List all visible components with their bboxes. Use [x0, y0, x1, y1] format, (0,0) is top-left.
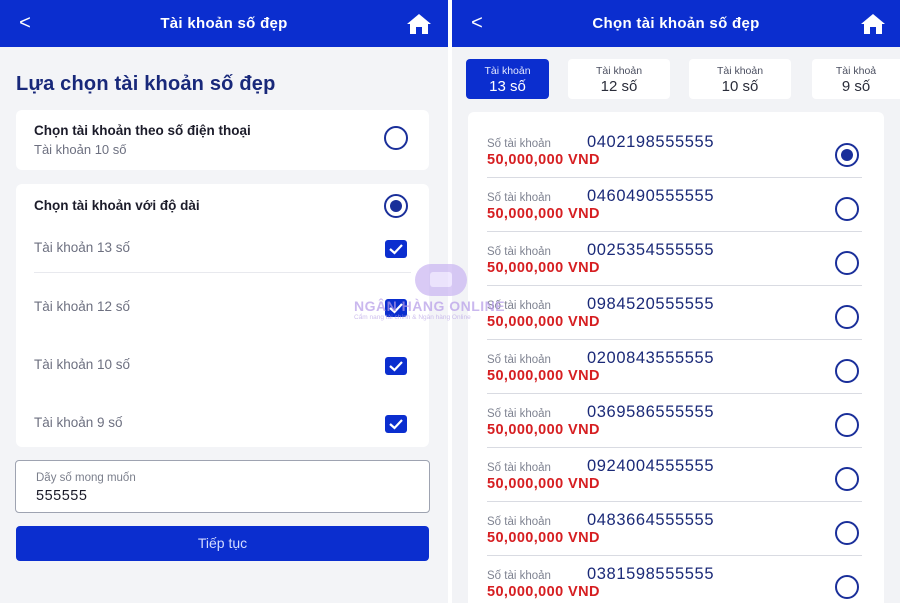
account-number: 0460490555555 — [587, 187, 715, 205]
checkmark-icon — [389, 244, 403, 255]
tab-value: 13 số — [489, 78, 526, 95]
option-by-phone-subtitle: Tài khoản 10 số — [34, 142, 127, 157]
account-radio[interactable] — [835, 305, 859, 329]
account-price: 50,000,000 VND — [487, 206, 600, 222]
tab-10-digits[interactable]: Tài khoản 10 số — [689, 59, 791, 99]
option-by-length-radio[interactable] — [384, 194, 408, 218]
tab-label: Tài khoản — [716, 65, 764, 77]
account-list: Số tài khoản 0402198555555 50,000,000 VN… — [468, 112, 884, 603]
length-tabs: Tài khoản 13 số Tài khoản 12 số Tài khoả… — [452, 57, 900, 103]
account-price: 50,000,000 VND — [487, 530, 600, 546]
length-option-12-label: Tài khoản 12 số — [34, 299, 131, 314]
option-by-phone-radio[interactable] — [384, 126, 408, 150]
home-icon[interactable] — [860, 13, 886, 35]
checkmark-icon — [389, 419, 403, 430]
account-price: 50,000,000 VND — [487, 152, 600, 168]
header-bar: < Tài khoản số đẹp — [0, 0, 448, 47]
list-item[interactable]: Số tài khoản 0402198555555 50,000,000 VN… — [487, 124, 862, 178]
account-number: 0402198555555 — [587, 133, 715, 151]
tab-value: 12 số — [600, 78, 638, 95]
desired-number-label: Dãy số mong muốn — [36, 472, 136, 484]
tab-value: 10 số — [721, 78, 759, 95]
header-bar: < Chọn tài khoản số đẹp — [452, 0, 900, 47]
list-item[interactable]: Số tài khoản 0460490555555 50,000,000 VN… — [487, 178, 862, 232]
list-item[interactable]: Số tài khoản 0369586555555 50,000,000 VN… — [487, 394, 862, 448]
account-label: Số tài khoản — [487, 246, 551, 258]
watermark-tagline: Cẩm nang tài chính & Ngân hàng Online — [354, 314, 471, 321]
account-label: Số tài khoản — [487, 570, 551, 582]
length-option-13-label: Tài khoản 13 số — [34, 240, 131, 255]
tab-12-digits[interactable]: Tài khoản 12 số — [568, 59, 670, 99]
account-number: 0200843555555 — [587, 349, 715, 367]
length-option-10-label: Tài khoản 10 số — [34, 357, 131, 372]
account-label: Số tài khoản — [487, 516, 551, 528]
header-title: Tài khoản số đẹp — [160, 15, 288, 32]
list-item[interactable]: Số tài khoản 0984520555555 50,000,000 VN… — [487, 286, 862, 340]
length-option-10-checkbox[interactable] — [385, 357, 407, 375]
watermark-brand: NGÂN HÀNG ONLINE — [354, 298, 506, 314]
account-radio[interactable] — [835, 197, 859, 221]
account-number: 0924004555555 — [587, 457, 715, 475]
tab-label: Tài khoản — [595, 65, 643, 77]
account-price: 50,000,000 VND — [487, 476, 600, 492]
continue-button[interactable]: Tiếp tục — [16, 526, 429, 561]
account-radio[interactable] — [835, 521, 859, 545]
account-label: Số tài khoản — [487, 138, 551, 150]
wallet-icon — [415, 264, 467, 296]
list-item[interactable]: Số tài khoản 0483664555555 50,000,000 VN… — [487, 502, 862, 556]
tab-label: Tài khoả — [835, 65, 877, 77]
account-label: Số tài khoản — [487, 408, 551, 420]
account-number: 0025354555555 — [587, 241, 715, 259]
list-item[interactable]: Số tài khoản 0381598555555 50,000,000 VN… — [487, 556, 862, 603]
account-radio[interactable] — [835, 251, 859, 275]
home-icon[interactable] — [406, 13, 432, 35]
account-label: Số tài khoản — [487, 354, 551, 366]
account-price: 50,000,000 VND — [487, 368, 600, 384]
page-heading: Lựa chọn tài khoản số đẹp — [16, 73, 276, 95]
length-option-9-label: Tài khoản 9 số — [34, 415, 123, 430]
tab-13-digits[interactable]: Tài khoản 13 số — [466, 59, 549, 99]
option-by-phone-card[interactable]: Chọn tài khoản theo số điện thoại Tài kh… — [16, 110, 429, 170]
account-radio[interactable] — [835, 413, 859, 437]
option-by-length-title: Chọn tài khoản với độ dài — [34, 198, 200, 213]
list-item[interactable]: Số tài khoản 0025354555555 50,000,000 VN… — [487, 232, 862, 286]
header-title: Chọn tài khoản số đẹp — [592, 15, 760, 32]
desired-number-field[interactable]: Dãy số mong muốn 555555 — [15, 460, 430, 513]
account-radio[interactable] — [835, 359, 859, 383]
tab-9-digits[interactable]: Tài khoả 9 số — [812, 59, 900, 99]
list-item[interactable]: Số tài khoản 0924004555555 50,000,000 VN… — [487, 448, 862, 502]
tab-value: 9 số — [841, 78, 871, 95]
account-label: Số tài khoản — [487, 192, 551, 204]
watermark-logo: NGÂN HÀNG ONLINE Cẩm nang tài chính & Ng… — [350, 264, 540, 324]
account-radio[interactable] — [835, 143, 859, 167]
account-number: 0369586555555 — [587, 403, 715, 421]
account-label: Số tài khoản — [487, 462, 551, 474]
desired-number-value[interactable]: 555555 — [36, 488, 87, 504]
account-radio[interactable] — [835, 467, 859, 491]
account-radio[interactable] — [835, 575, 859, 599]
account-price: 50,000,000 VND — [487, 422, 600, 438]
tab-label: Tài khoản — [484, 65, 531, 77]
list-item[interactable]: Số tài khoản 0200843555555 50,000,000 VN… — [487, 340, 862, 394]
length-option-9-checkbox[interactable] — [385, 415, 407, 433]
option-by-phone-title: Chọn tài khoản theo số điện thoại — [34, 123, 251, 138]
account-number: 0381598555555 — [587, 565, 715, 583]
account-price: 50,000,000 VND — [487, 584, 600, 600]
checkmark-icon — [389, 361, 403, 372]
account-number: 0984520555555 — [587, 295, 715, 313]
account-number: 0483664555555 — [587, 511, 715, 529]
length-option-13-checkbox[interactable] — [385, 240, 407, 258]
